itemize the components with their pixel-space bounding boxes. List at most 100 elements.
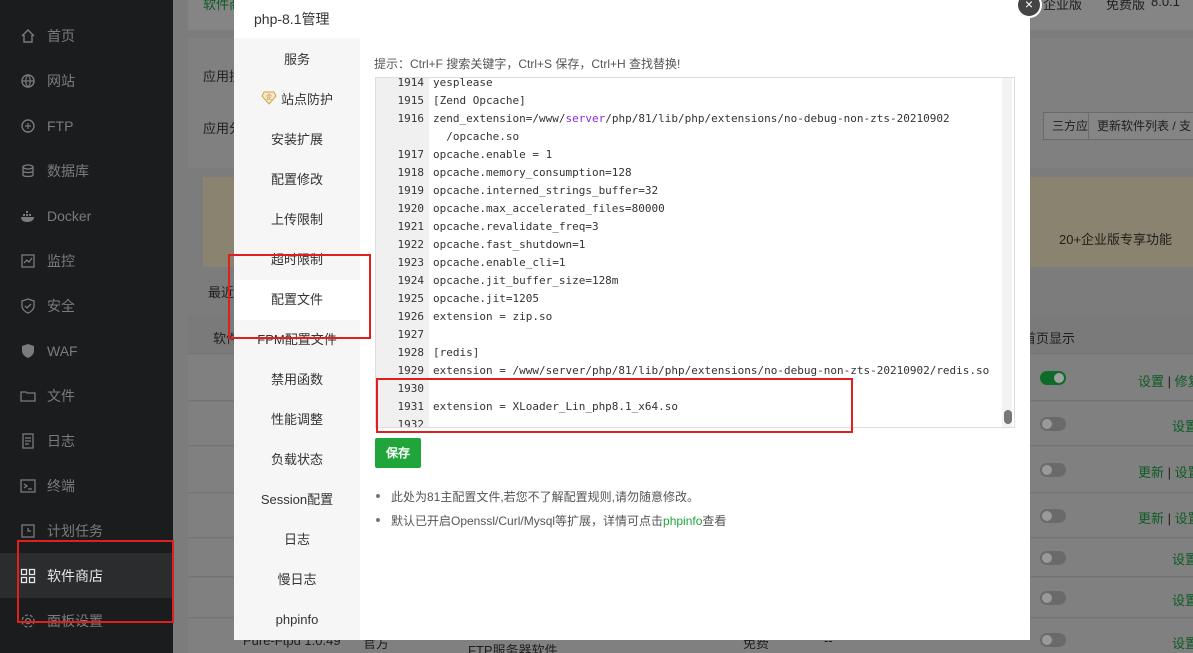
sidebar-item[interactable]: 首页 bbox=[0, 13, 173, 58]
ftp-icon bbox=[20, 118, 36, 134]
row-settings-link[interactable]: 设置 bbox=[1172, 590, 1193, 609]
dialog-menu-item[interactable]: 禁用函数 bbox=[234, 360, 360, 400]
row-actions: 更新 | 设置 bbox=[1138, 511, 1193, 526]
code-text: opcache.interned_strings_buffer=32 bbox=[433, 184, 659, 197]
code-text: opcache.memory_consumption=128 bbox=[433, 166, 632, 179]
sidebar-item-label: 文件 bbox=[47, 387, 75, 404]
home-display-toggle[interactable] bbox=[1040, 591, 1066, 605]
line-number: 1928 bbox=[397, 346, 425, 359]
dialog-menu-label: 负载状态 bbox=[270, 452, 323, 467]
dialog-menu-item[interactable]: Session配置 bbox=[234, 480, 360, 520]
home-display-toggle[interactable] bbox=[1040, 509, 1066, 523]
editor-line: 1917 opcache.enable = 1 bbox=[376, 146, 1006, 164]
dialog-menu-item[interactable]: 慢日志 bbox=[234, 560, 360, 600]
sidebar-item[interactable]: 文件 bbox=[0, 373, 173, 418]
sidebar-item[interactable]: 安全 bbox=[0, 283, 173, 328]
editor-line: 1915 [Zend Opcache] bbox=[376, 92, 1006, 110]
highlight-xloader-line bbox=[376, 378, 853, 433]
bg-update-list-button[interactable]: 更新软件列表 / 支 bbox=[1088, 112, 1193, 140]
editor-scrollbar[interactable] bbox=[1004, 410, 1012, 424]
folder-icon bbox=[20, 388, 36, 404]
code-text: opcache.fast_shutdown=1 bbox=[433, 238, 586, 251]
dialog-menu-label: 服务 bbox=[283, 52, 310, 67]
sidebar-item[interactable]: FTP bbox=[0, 103, 173, 148]
svg-text:企: 企 bbox=[266, 93, 272, 101]
sidebar-item[interactable]: WAF bbox=[0, 328, 173, 373]
dialog-menu-label: phpinfo bbox=[275, 612, 319, 627]
line-number: 1918 bbox=[397, 166, 425, 179]
home-display-toggle[interactable] bbox=[1040, 463, 1066, 477]
sidebar-item-label: 数据库 bbox=[47, 162, 89, 179]
code-text: /opcache.so bbox=[433, 130, 520, 143]
code-text: yesplease bbox=[433, 77, 493, 89]
dialog-menu-item[interactable]: 服务 bbox=[234, 40, 360, 80]
sidebar-item[interactable]: 监控 bbox=[0, 238, 173, 283]
code-text: opcache.enable = 1 bbox=[433, 148, 553, 161]
globe-icon bbox=[20, 73, 36, 89]
line-number: 1919 bbox=[397, 184, 425, 197]
bg-enterprise-features[interactable]: 20+企业版专享功能 bbox=[1059, 229, 1172, 248]
editor-line: 1919 opcache.interned_strings_buffer=32 bbox=[376, 182, 1006, 200]
phpinfo-link[interactable]: phpinfo bbox=[663, 514, 702, 528]
line-number: 1914 bbox=[397, 77, 425, 89]
dialog-menu-item[interactable]: 性能调整 bbox=[234, 400, 360, 440]
sidebar-item-label: 网站 bbox=[47, 72, 75, 89]
highlight-config-file bbox=[228, 254, 371, 339]
line-number: 1925 bbox=[397, 292, 425, 305]
editor-line: 1920 opcache.max_accelerated_files=80000 bbox=[376, 200, 1006, 218]
home-display-toggle[interactable] bbox=[1040, 633, 1066, 647]
row-settings-link[interactable]: 设置 bbox=[1172, 549, 1193, 568]
code-text: opcache.jit_buffer_size=128m bbox=[433, 274, 619, 287]
home-display-toggle[interactable] bbox=[1040, 417, 1066, 431]
editor-line: 1926 extension = zip.so bbox=[376, 308, 1006, 326]
sidebar-item[interactable]: 日志 bbox=[0, 418, 173, 463]
dialog-menu-item[interactable]: 负载状态 bbox=[234, 440, 360, 480]
config-warning-note: 此处为81主配置文件,若您不了解配置规则,请勿随意修改。 bbox=[375, 490, 700, 504]
code-text: opcache.enable_cli=1 bbox=[433, 256, 566, 269]
editor-line: 1914 yesplease bbox=[376, 77, 1006, 92]
database-icon bbox=[20, 163, 36, 179]
row-settings-link[interactable]: 设置 bbox=[1172, 633, 1193, 652]
dialog-menu-label: 禁用函数 bbox=[270, 372, 323, 387]
sidebar-item-label: 日志 bbox=[47, 432, 75, 449]
dialog-menu: 服务企站点防护 安装扩展 配置修改 上传限制 超时限制 配置文件 FPM配置文件 禁用函数 性能… bbox=[234, 38, 360, 640]
sidebar-item[interactable]: 网站 bbox=[0, 58, 173, 103]
row-actions: 设置 | 修复 bbox=[1138, 374, 1193, 389]
dialog-menu-item[interactable]: 上传限制 bbox=[234, 200, 360, 240]
dialog-menu-label: 安装扩展 bbox=[270, 132, 323, 147]
dialog-title: php-8.1管理 bbox=[254, 11, 330, 27]
extensions-note: 默认已开启Openssl/Curl/Mysql等扩展，详情可点击phpinfo查… bbox=[375, 514, 727, 528]
home-icon bbox=[20, 28, 36, 44]
save-button[interactable]: 保存 bbox=[375, 438, 421, 468]
sidebar-item-label: 安全 bbox=[47, 297, 75, 314]
row-settings-link[interactable]: 设置 bbox=[1172, 416, 1193, 435]
code-text: opcache.max_accelerated_files=80000 bbox=[433, 202, 665, 215]
bg-free: 免费版 bbox=[1106, 0, 1146, 12]
line-number: 1924 bbox=[397, 274, 425, 287]
sidebar-item[interactable]: 终端 bbox=[0, 463, 173, 508]
editor-line: 1921 opcache.revalidate_freq=3 bbox=[376, 218, 1006, 236]
highlight-software-store bbox=[17, 540, 174, 623]
dialog-menu-item[interactable]: 配置修改 bbox=[234, 160, 360, 200]
home-display-toggle[interactable] bbox=[1040, 551, 1066, 565]
dialog-menu-label: 日志 bbox=[283, 532, 310, 547]
dialog-menu-item[interactable]: 日志 bbox=[234, 520, 360, 560]
code-text: [Zend Opcache] bbox=[433, 94, 526, 107]
editor-line: 1922 opcache.fast_shutdown=1 bbox=[376, 236, 1006, 254]
clock-icon bbox=[20, 523, 36, 539]
sidebar-item-label: FTP bbox=[47, 117, 74, 134]
config-file-editor[interactable]: 1914 yesplease 1915 [Zend Opcache] 1916 zend_… bbox=[375, 77, 1015, 428]
dialog-menu-item[interactable]: phpinfo bbox=[234, 600, 360, 640]
row-software-desc: FTP服务器软件 bbox=[468, 643, 558, 653]
sidebar-item[interactable]: 数据库 bbox=[0, 148, 173, 193]
terminal-icon bbox=[20, 478, 36, 494]
editor-line: /opcache.so bbox=[376, 128, 1006, 146]
code-text: opcache.jit=1205 bbox=[433, 292, 539, 305]
sidebar-item[interactable]: Docker bbox=[0, 193, 173, 238]
dialog-menu-label: 上传限制 bbox=[270, 212, 323, 227]
line-number: 1927 bbox=[397, 328, 425, 341]
dialog-menu-item[interactable]: 企站点防护 bbox=[234, 80, 360, 120]
line-number: 1923 bbox=[397, 256, 425, 269]
home-display-toggle[interactable] bbox=[1040, 371, 1066, 385]
dialog-menu-item[interactable]: 安装扩展 bbox=[234, 120, 360, 160]
